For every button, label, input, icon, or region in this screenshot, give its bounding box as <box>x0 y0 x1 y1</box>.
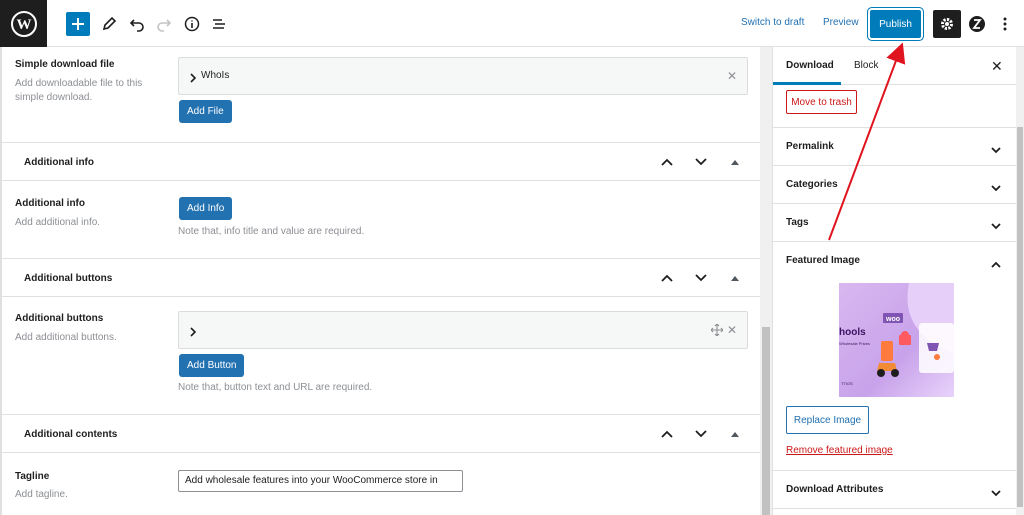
download-file-item[interactable]: WhoIs ✕ <box>178 57 748 95</box>
add-info-button[interactable]: Add Info <box>179 197 233 220</box>
featured-foot-text: TTIOS <box>841 381 853 386</box>
additional-buttons-label: Additional buttons <box>15 313 104 324</box>
panel-title: Featured Image <box>786 255 860 266</box>
additional-info-label: Additional info <box>15 198 85 209</box>
button-repeater-item[interactable]: ✕ <box>178 311 748 349</box>
redo-icon[interactable] <box>152 12 176 36</box>
featured-sub-text: Wholesale Prices <box>839 341 870 346</box>
chevron-down-icon <box>991 484 1001 502</box>
jetpack-plugin-icon[interactable] <box>965 12 989 36</box>
meta-box-content: Simple download file Add downloadable fi… <box>0 47 760 515</box>
simple-download-label: Simple download file <box>15 59 115 70</box>
edit-pencil-icon[interactable] <box>97 12 121 36</box>
panel-download-attributes[interactable]: Download Attributes <box>773 470 1024 508</box>
panel-categories[interactable]: Categories <box>773 165 1024 203</box>
remove-item-icon[interactable]: ✕ <box>727 69 737 83</box>
panel-title: Download Attributes <box>786 484 884 495</box>
section-title: Additional info <box>24 157 94 168</box>
tab-download[interactable]: Download <box>786 60 834 71</box>
panel-title: Permalink <box>786 141 834 152</box>
chevron-down-icon <box>991 179 1001 197</box>
settings-gear-icon[interactable] <box>933 10 961 38</box>
move-up-icon[interactable] <box>660 271 674 285</box>
panel-title: Tags <box>786 217 809 228</box>
move-up-icon[interactable] <box>660 427 674 441</box>
featured-brand-text: woo <box>885 316 900 323</box>
remove-item-icon[interactable]: ✕ <box>727 323 737 337</box>
panel-title: Categories <box>786 179 838 190</box>
more-options-icon[interactable] <box>993 12 1017 36</box>
move-down-icon[interactable] <box>694 271 708 285</box>
chevron-down-icon <box>991 217 1001 235</box>
collapse-toggle-icon[interactable] <box>728 271 742 285</box>
sidebar-scrollbar[interactable] <box>1016 47 1024 515</box>
scrollbar-thumb[interactable] <box>762 327 770 515</box>
add-file-button[interactable]: Add File <box>179 100 232 123</box>
active-tab-indicator <box>773 82 841 85</box>
additional-info-section-header[interactable]: Additional info <box>2 142 760 181</box>
switch-to-draft-button[interactable]: Switch to draft <box>741 17 804 28</box>
wordpress-logo-icon[interactable]: W <box>0 0 47 47</box>
undo-icon[interactable] <box>125 12 149 36</box>
move-down-icon[interactable] <box>694 155 708 169</box>
publish-button[interactable]: Publish <box>870 10 921 38</box>
main-scrollbar[interactable] <box>760 47 772 515</box>
move-up-icon[interactable] <box>660 155 674 169</box>
editor-top-bar: W Switch to draft Preview Publish <box>0 0 1024 47</box>
section-title: Additional contents <box>24 429 118 440</box>
chevron-down-icon <box>991 141 1001 159</box>
tab-block[interactable]: Block <box>854 60 878 71</box>
settings-sidebar: Download Block ✕ Move to trash Permalink… <box>772 47 1024 515</box>
add-block-button[interactable] <box>66 12 90 36</box>
additional-buttons-description: Add additional buttons. <box>15 332 117 343</box>
expand-chevron-icon[interactable] <box>189 70 197 88</box>
featured-image-thumbnail[interactable]: woo hools Wholesale Prices TTIOS <box>839 283 954 397</box>
additional-buttons-section-header[interactable]: Additional buttons <box>2 258 760 297</box>
scrollbar-thumb[interactable] <box>1017 127 1023 507</box>
tagline-input[interactable]: Add wholesale features into your WooComm… <box>178 470 463 492</box>
additional-contents-section-header[interactable]: Additional contents <box>2 414 760 453</box>
featured-title-text: hools <box>839 327 866 338</box>
collapse-toggle-icon[interactable] <box>728 427 742 441</box>
tagline-label: Tagline <box>15 471 50 482</box>
expand-chevron-icon[interactable] <box>189 324 197 342</box>
close-sidebar-icon[interactable]: ✕ <box>991 58 1003 75</box>
section-title: Additional buttons <box>24 273 113 284</box>
panel-next <box>773 508 1024 515</box>
simple-download-description: Add downloadable file to this simple dow… <box>15 78 143 103</box>
replace-image-button[interactable]: Replace Image <box>786 406 869 434</box>
move-down-icon[interactable] <box>694 427 708 441</box>
preview-button[interactable]: Preview <box>823 17 859 28</box>
additional-buttons-note: Note that, button text and URL are requi… <box>178 382 373 393</box>
additional-info-description: Add additional info. <box>15 217 101 228</box>
chevron-up-icon <box>991 255 1001 273</box>
collapse-toggle-icon[interactable] <box>728 155 742 169</box>
panel-permalink[interactable]: Permalink <box>773 127 1024 165</box>
sidebar-tabs: Download Block ✕ <box>773 47 1024 85</box>
drag-move-icon[interactable] <box>710 323 724 341</box>
panel-tags[interactable]: Tags <box>773 203 1024 241</box>
svg-text:W: W <box>16 17 31 33</box>
panel-featured-image[interactable]: Featured Image <box>773 241 1024 279</box>
details-info-icon[interactable] <box>180 12 204 36</box>
tagline-description: Add tagline. <box>15 489 68 500</box>
additional-info-note: Note that, info title and value are requ… <box>178 226 365 237</box>
download-file-name: WhoIs <box>201 70 230 81</box>
list-view-icon[interactable] <box>207 12 231 36</box>
add-button-button[interactable]: Add Button <box>179 354 245 377</box>
remove-featured-image-link[interactable]: Remove featured image <box>786 445 893 456</box>
move-to-trash-button[interactable]: Move to trash <box>786 90 857 114</box>
